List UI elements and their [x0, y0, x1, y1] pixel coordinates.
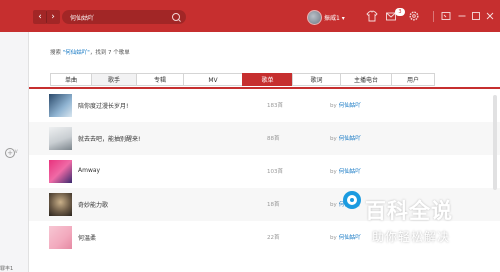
tab-artists[interactable]: 歌手 — [91, 73, 136, 86]
playlist-name[interactable]: Amway — [78, 167, 100, 174]
back-arrow-icon: ‹ — [38, 12, 42, 22]
chevron-down-icon[interactable]: ∨ — [14, 148, 18, 155]
track-count: 103首 — [267, 169, 283, 175]
sidebar: + ∨ — [0, 32, 29, 272]
creator-link[interactable]: 何仙姑吖 — [339, 169, 361, 175]
search-summary: 搜索 "何仙姑吖"，找到 7 个歌单 — [50, 48, 130, 56]
watermark-subtitle: 助你轻松解决 — [372, 230, 451, 244]
creator-line: by何仙姑吖 — [330, 101, 361, 109]
sidebar-playlist-label[interactable]: 罪丰1 — [0, 265, 13, 272]
search-query: 何仙姑吖 — [70, 15, 95, 22]
playlist-name[interactable]: 奇妙能力歌 — [78, 200, 108, 209]
mini-mode-icon[interactable] — [440, 10, 452, 22]
creator-link[interactable]: 何仙姑吖 — [339, 103, 361, 109]
search-input[interactable]: 何仙姑吖 — [62, 10, 186, 24]
maximize-icon[interactable] — [470, 10, 482, 22]
by-label: by — [330, 235, 337, 241]
tab-albums[interactable]: 专辑 — [136, 73, 183, 86]
creator-link[interactable]: 何仙姑吖 — [339, 136, 361, 142]
by-label: by — [330, 103, 337, 109]
close-icon[interactable] — [484, 10, 496, 22]
by-label: by — [330, 169, 337, 175]
dropdown-icon: ▾ — [341, 15, 345, 22]
user-name-label: 振威1 — [324, 15, 340, 22]
tab-playlists[interactable]: 歌单 — [242, 73, 292, 86]
summary-keyword[interactable]: "何仙姑吖" — [63, 50, 90, 56]
summary-prefix: 搜索 — [50, 50, 63, 56]
track-count: 183首 — [267, 103, 283, 109]
user-name[interactable]: 振威1 ▾ — [324, 13, 345, 22]
list-item[interactable]: 陪你度过漫长岁月! 183首 by 何仙姑吖 — [29, 89, 500, 122]
forward-arrow-icon: › — [51, 12, 55, 22]
playlist-name[interactable]: 就去去吧，能抽别醒来! — [78, 134, 140, 143]
tab-radio[interactable]: 主播电台 — [340, 73, 391, 86]
scrollbar[interactable] — [493, 95, 497, 190]
list-item[interactable]: Amway 103首 by 何仙姑吖 — [29, 155, 500, 188]
gear-icon[interactable] — [408, 10, 420, 22]
message-badge: 3 — [395, 8, 405, 16]
playlist-cover[interactable] — [49, 94, 72, 117]
avatar[interactable] — [307, 10, 322, 25]
back-button[interactable]: ‹ — [33, 10, 47, 24]
playlist-name[interactable]: 陪你度过漫长岁月! — [78, 101, 128, 110]
title-bar: ‹ › 何仙姑吖 振威1 ▾ 3 — [0, 0, 500, 32]
creator-line: by何仙姑吖 — [330, 134, 361, 142]
tab-users[interactable]: 用户 — [391, 73, 435, 86]
track-count: 18首 — [267, 202, 280, 208]
playlist-cover[interactable] — [49, 160, 72, 183]
playlist-cover[interactable] — [49, 226, 72, 249]
summary-suffix: ，找到 7 个歌单 — [89, 50, 130, 56]
tab-mv[interactable]: MV — [183, 73, 242, 86]
list-item[interactable]: 就去去吧，能抽别醒来! 88首 by 何仙姑吖 — [29, 122, 500, 155]
by-label: by — [330, 202, 337, 208]
playlist-cover[interactable] — [49, 193, 72, 216]
tab-songs[interactable]: 单曲 — [50, 73, 91, 86]
track-count: 88首 — [267, 136, 280, 142]
creator-line: by何仙姑吖 — [330, 233, 361, 241]
track-count: 22首 — [267, 235, 280, 241]
by-label: by — [330, 136, 337, 142]
watermark-title: 百科全说 — [365, 199, 453, 223]
watermark-logo-icon — [343, 191, 361, 209]
forward-button[interactable]: › — [46, 10, 60, 24]
minimize-icon[interactable] — [456, 10, 468, 22]
playlist-name[interactable]: 何温柔 — [78, 233, 96, 242]
divider — [433, 11, 434, 22]
creator-line: by何仙姑吖 — [330, 167, 361, 175]
skin-icon[interactable] — [366, 10, 378, 22]
playlist-cover[interactable] — [49, 127, 72, 150]
tab-lyrics[interactable]: 歌词 — [292, 73, 340, 86]
creator-link[interactable]: 何仙姑吖 — [339, 235, 361, 241]
search-icon[interactable] — [172, 13, 180, 21]
